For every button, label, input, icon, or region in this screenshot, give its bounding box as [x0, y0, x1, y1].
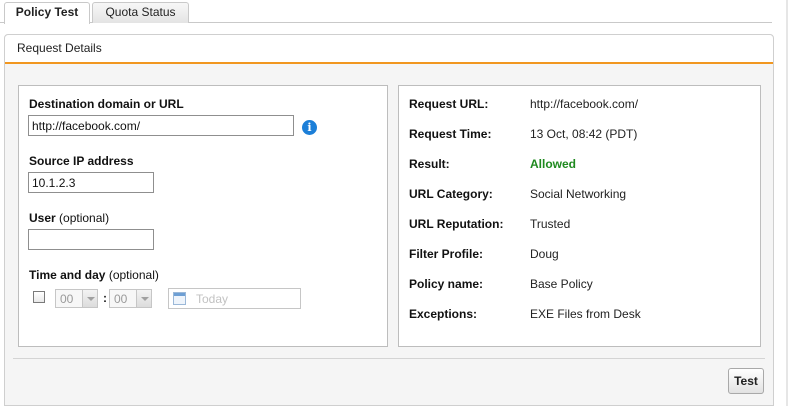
result-key: Request URL: — [409, 97, 489, 111]
result-value: Base Policy — [530, 277, 593, 291]
time-label-text: Time and day — [29, 268, 106, 282]
result-value: http://facebook.com/ — [530, 97, 639, 111]
result-key: Exceptions: — [409, 307, 478, 321]
source-ip-input[interactable] — [28, 172, 154, 193]
time-day-label: Time and day (optional) — [29, 268, 159, 282]
panel-title: Request Details — [17, 41, 102, 55]
time-enable-checkbox[interactable] — [33, 291, 45, 303]
date-field[interactable]: Today — [168, 288, 301, 309]
user-optional-text: (optional) — [59, 211, 110, 225]
tab-quota-status[interactable]: Quota Status — [92, 2, 189, 23]
result-key: Policy name: — [409, 277, 484, 291]
result-value: Trusted — [530, 217, 571, 231]
hour-value: 00 — [60, 292, 74, 306]
result-box: Request URL: http://facebook.com/ Reques… — [398, 85, 761, 347]
result-key: Request Time: — [409, 127, 492, 141]
calendar-icon[interactable] — [173, 292, 186, 305]
source-ip-label: Source IP address — [29, 154, 134, 168]
result-value: EXE Files from Desk — [530, 307, 641, 321]
minute-value: 00 — [114, 292, 128, 306]
time-separator: : — [103, 291, 107, 305]
footer-divider — [13, 358, 765, 359]
user-label-text: User — [29, 211, 56, 225]
chevron-down-icon — [136, 290, 151, 307]
result-value: Doug — [530, 247, 559, 261]
result-value: 13 Oct, 08:42 (PDT) — [530, 127, 638, 141]
request-details-panel: Request Details Destination domain or UR… — [4, 34, 774, 406]
user-label: User (optional) — [29, 211, 109, 225]
result-key: URL Category: — [409, 187, 493, 201]
info-icon[interactable]: i — [302, 120, 317, 135]
result-key: Filter Profile: — [409, 247, 484, 261]
panel-header: Request Details — [5, 35, 773, 64]
result-value: Social Networking — [530, 187, 627, 201]
scrollbar[interactable] — [786, 0, 788, 406]
result-key: Result: — [409, 157, 450, 171]
tab-bar: Policy Test Quota Status — [0, 0, 772, 24]
result-key: URL Reputation: — [409, 217, 504, 231]
minute-select[interactable]: 00 — [109, 289, 152, 308]
destination-input[interactable] — [28, 115, 294, 136]
date-placeholder: Today — [196, 292, 229, 306]
tab-policy-test[interactable]: Policy Test — [4, 2, 90, 24]
chevron-down-icon — [82, 290, 97, 307]
request-form: Destination domain or URL i Source IP ad… — [18, 85, 388, 347]
time-optional-text: (optional) — [108, 268, 159, 282]
test-button[interactable]: Test — [728, 368, 764, 394]
destination-label: Destination domain or URL — [29, 97, 184, 111]
user-input[interactable] — [28, 229, 154, 250]
hour-select[interactable]: 00 — [55, 289, 98, 308]
result-status-allowed: Allowed — [530, 157, 577, 171]
